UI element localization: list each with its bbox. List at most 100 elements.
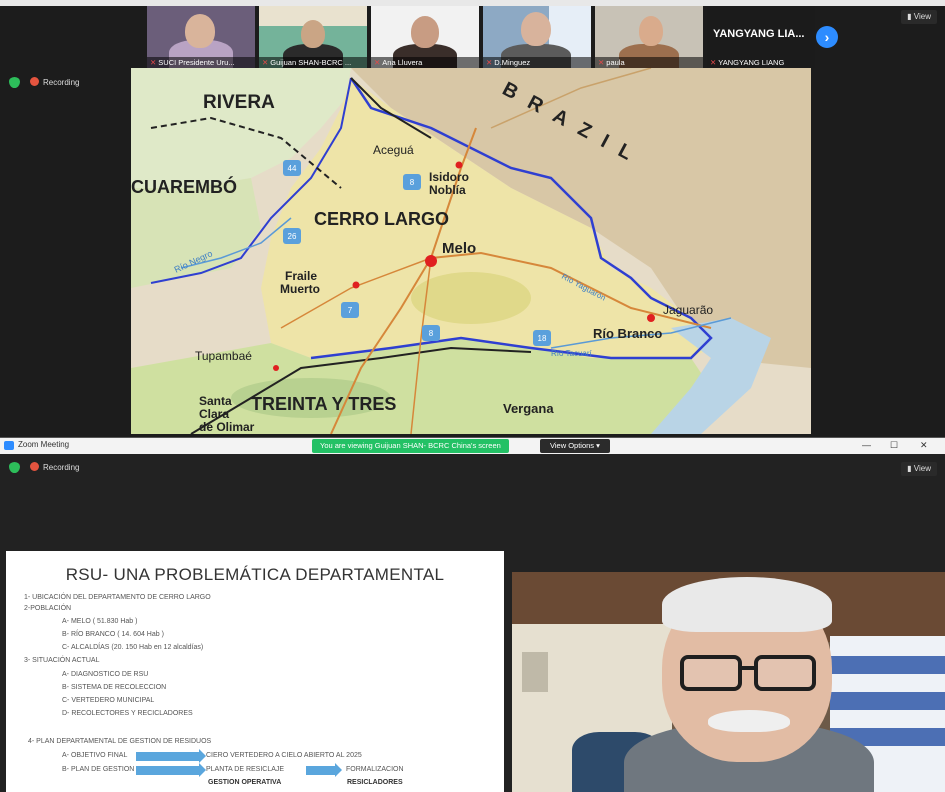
- muted-mic-icon: ✕: [486, 58, 493, 67]
- zoom-screenshot: ✕ SUCI Presidente Uru... ✕ Guijuan SHAN-BC…: [0, 0, 945, 792]
- screen-share-banner: You are viewing Guijuan SHAN- BCRC China…: [312, 439, 509, 453]
- recording-indicator[interactable]: Recording: [30, 462, 79, 473]
- participant-tile[interactable]: ✕ D.Minguez: [483, 6, 591, 68]
- santa-clara-label-2: Clara: [199, 407, 229, 421]
- slide-line: D- RECOLECTORES Y RECICLADORES: [62, 710, 193, 717]
- tupambae-label: Tupambaé: [195, 349, 252, 363]
- view-options-button[interactable]: View Options ▾: [540, 439, 610, 453]
- participant-display-name: YANGYANG LIA...: [713, 28, 805, 40]
- participant-strip: ✕ SUCI Presidente Uru... ✕ Guijuan SHAN-BC…: [147, 6, 815, 68]
- muted-mic-icon: ✕: [598, 58, 605, 67]
- next-participants-button[interactable]: ›: [816, 26, 838, 48]
- participant-tile[interactable]: ✕ Ana Lluvera: [371, 6, 479, 68]
- participant-name: ✕ D.Minguez: [483, 57, 591, 68]
- jaguarao-label: Jaguarão: [663, 303, 713, 317]
- participant-face: [639, 16, 663, 46]
- top-zoom-window: ✕ SUCI Presidente Uru... ✕ Guijuan SHAN-BC…: [0, 0, 945, 438]
- santa-clara-label-3: de Olimar: [199, 420, 255, 434]
- slide-line: B- PLAN DE GESTION: [62, 766, 135, 773]
- slide-line: RESICLADORES: [347, 779, 403, 786]
- isidoro-label-1: Isidoro: [429, 170, 469, 184]
- participant-face: [521, 12, 551, 46]
- slide-line: B- SISTEMA DE RECOLECCION: [62, 684, 167, 691]
- flow-arrow: [306, 763, 342, 777]
- participant-tile[interactable]: YANGYANG LIA... ✕ YANGYANG LIANG: [707, 6, 815, 68]
- slide-line: A- MELO ( 51.830 Hab ): [62, 618, 138, 625]
- slide-line: 3- SITUACIÓN ACTUAL: [24, 657, 100, 664]
- svg-text:18: 18: [538, 334, 547, 343]
- santa-clara-label-1: Santa: [199, 394, 232, 408]
- slide-line: B- RÍO BRANCO ( 14. 604 Hab ): [62, 631, 164, 638]
- slide-line: 1- UBICACIÓN DEL DEPARTAMENTO DE CERRO L…: [24, 594, 211, 601]
- fraile-label-2: Muerto: [280, 282, 320, 296]
- acegua-label: Aceguá: [373, 143, 414, 157]
- rivera-label: RIVERA: [203, 92, 275, 113]
- svg-text:7: 7: [348, 306, 353, 315]
- map-image: 44 26 8 7 8 18 BRAZIL RIVERA CUAREMBÓ CE…: [131, 68, 811, 434]
- isidoro-marker: [455, 161, 463, 169]
- participant-tile[interactable]: ✕ SUCI Presidente Uru...: [147, 6, 255, 68]
- flow-arrow: [136, 749, 206, 763]
- bottom-zoom-window: Zoom Meeting You are viewing Guijuan SHA…: [0, 438, 945, 792]
- chevron-right-icon: ›: [824, 29, 830, 45]
- slide-line: C- VERTEDERO MUNICIPAL: [62, 697, 155, 704]
- recording-indicator[interactable]: Recording: [30, 77, 79, 88]
- slide-line: 2-POBLACIÓN: [24, 605, 72, 612]
- participant-tile[interactable]: ✕ paula: [595, 6, 703, 68]
- participant-name: ✕ Ana Lluvera: [371, 57, 479, 68]
- muted-mic-icon: ✕: [374, 58, 381, 67]
- slide-title: RSU- UNA PROBLEMÁTICA DEPARTAMENTAL: [65, 565, 445, 584]
- cerro-largo-label: CERRO LARGO: [314, 209, 449, 229]
- participant-face: [185, 14, 215, 48]
- participant-face: [301, 20, 325, 48]
- bottom-window-titlebar: Zoom Meeting You are viewing Guijuan SHA…: [0, 438, 945, 454]
- slide-line: A- DIAGNOSTICO DE RSU: [62, 671, 149, 678]
- participant-name: ✕ Guijuan SHAN-BCRC ...: [259, 57, 367, 68]
- melo-label: Melo: [442, 240, 476, 257]
- slide-line: FORMALIZACION: [346, 766, 404, 773]
- fraile-label-1: Fraile: [285, 269, 317, 283]
- treinta-y-tres-label: TREINTA Y TRES: [251, 394, 396, 414]
- glasses-left-lens: [680, 655, 742, 691]
- maximize-button[interactable]: ☐: [890, 440, 898, 451]
- participant-face: [411, 16, 439, 48]
- speaker-video[interactable]: [512, 572, 945, 792]
- muted-mic-icon: ✕: [262, 58, 269, 67]
- picture-frame: [522, 652, 548, 692]
- svg-text:26: 26: [288, 232, 297, 241]
- participant-tile[interactable]: ✕ Guijuan SHAN-BCRC ...: [259, 6, 367, 68]
- zoom-app-icon: [4, 441, 14, 450]
- fraile-marker: [352, 281, 360, 289]
- isidoro-label-2: Noblía: [429, 183, 466, 197]
- slide-line: 4- PLAN DEPARTAMENTAL DE GESTION DE RESI…: [28, 738, 212, 745]
- window-title: Zoom Meeting: [18, 440, 70, 449]
- muted-mic-icon: ✕: [150, 58, 157, 67]
- view-button[interactable]: ▮ View: [901, 10, 937, 24]
- speaker-hair: [662, 577, 832, 632]
- tupambae-marker: [273, 365, 279, 371]
- shared-slide: RSU- UNA PROBLEMÁTICA DEPARTAMENTAL 1- U…: [6, 551, 504, 792]
- security-shield-icon: [9, 77, 20, 88]
- svg-text:44: 44: [288, 164, 297, 173]
- svg-text:8: 8: [429, 329, 434, 338]
- slide-line: A- OBJETIVO FINAL: [62, 752, 128, 759]
- minimize-button[interactable]: —: [862, 440, 871, 450]
- speaker-mustache: [708, 710, 790, 732]
- recording-dot-icon: [30, 462, 39, 471]
- close-button[interactable]: ✕: [920, 440, 928, 451]
- rio-tacuari-label: Río Tacuarí: [551, 349, 593, 358]
- jaguarao-marker: [647, 314, 655, 322]
- glasses-right-lens: [754, 655, 816, 691]
- slide-line: GESTION OPERATIVA: [208, 779, 282, 786]
- vergana-label: Vergana: [503, 401, 554, 416]
- security-shield-icon: [9, 462, 20, 473]
- svg-text:8: 8: [410, 178, 415, 187]
- melo-marker: [425, 255, 437, 267]
- flow-arrow: [136, 763, 206, 777]
- recording-dot-icon: [30, 77, 39, 86]
- rio-branco-label: Río Branco: [593, 326, 662, 341]
- tacuarembo-label: CUAREMBÓ: [131, 176, 237, 197]
- muted-mic-icon: ✕: [710, 58, 717, 67]
- shared-map: 44 26 8 7 8 18 BRAZIL RIVERA CUAREMBÓ CE…: [131, 68, 811, 434]
- view-button[interactable]: ▮ View: [901, 462, 937, 476]
